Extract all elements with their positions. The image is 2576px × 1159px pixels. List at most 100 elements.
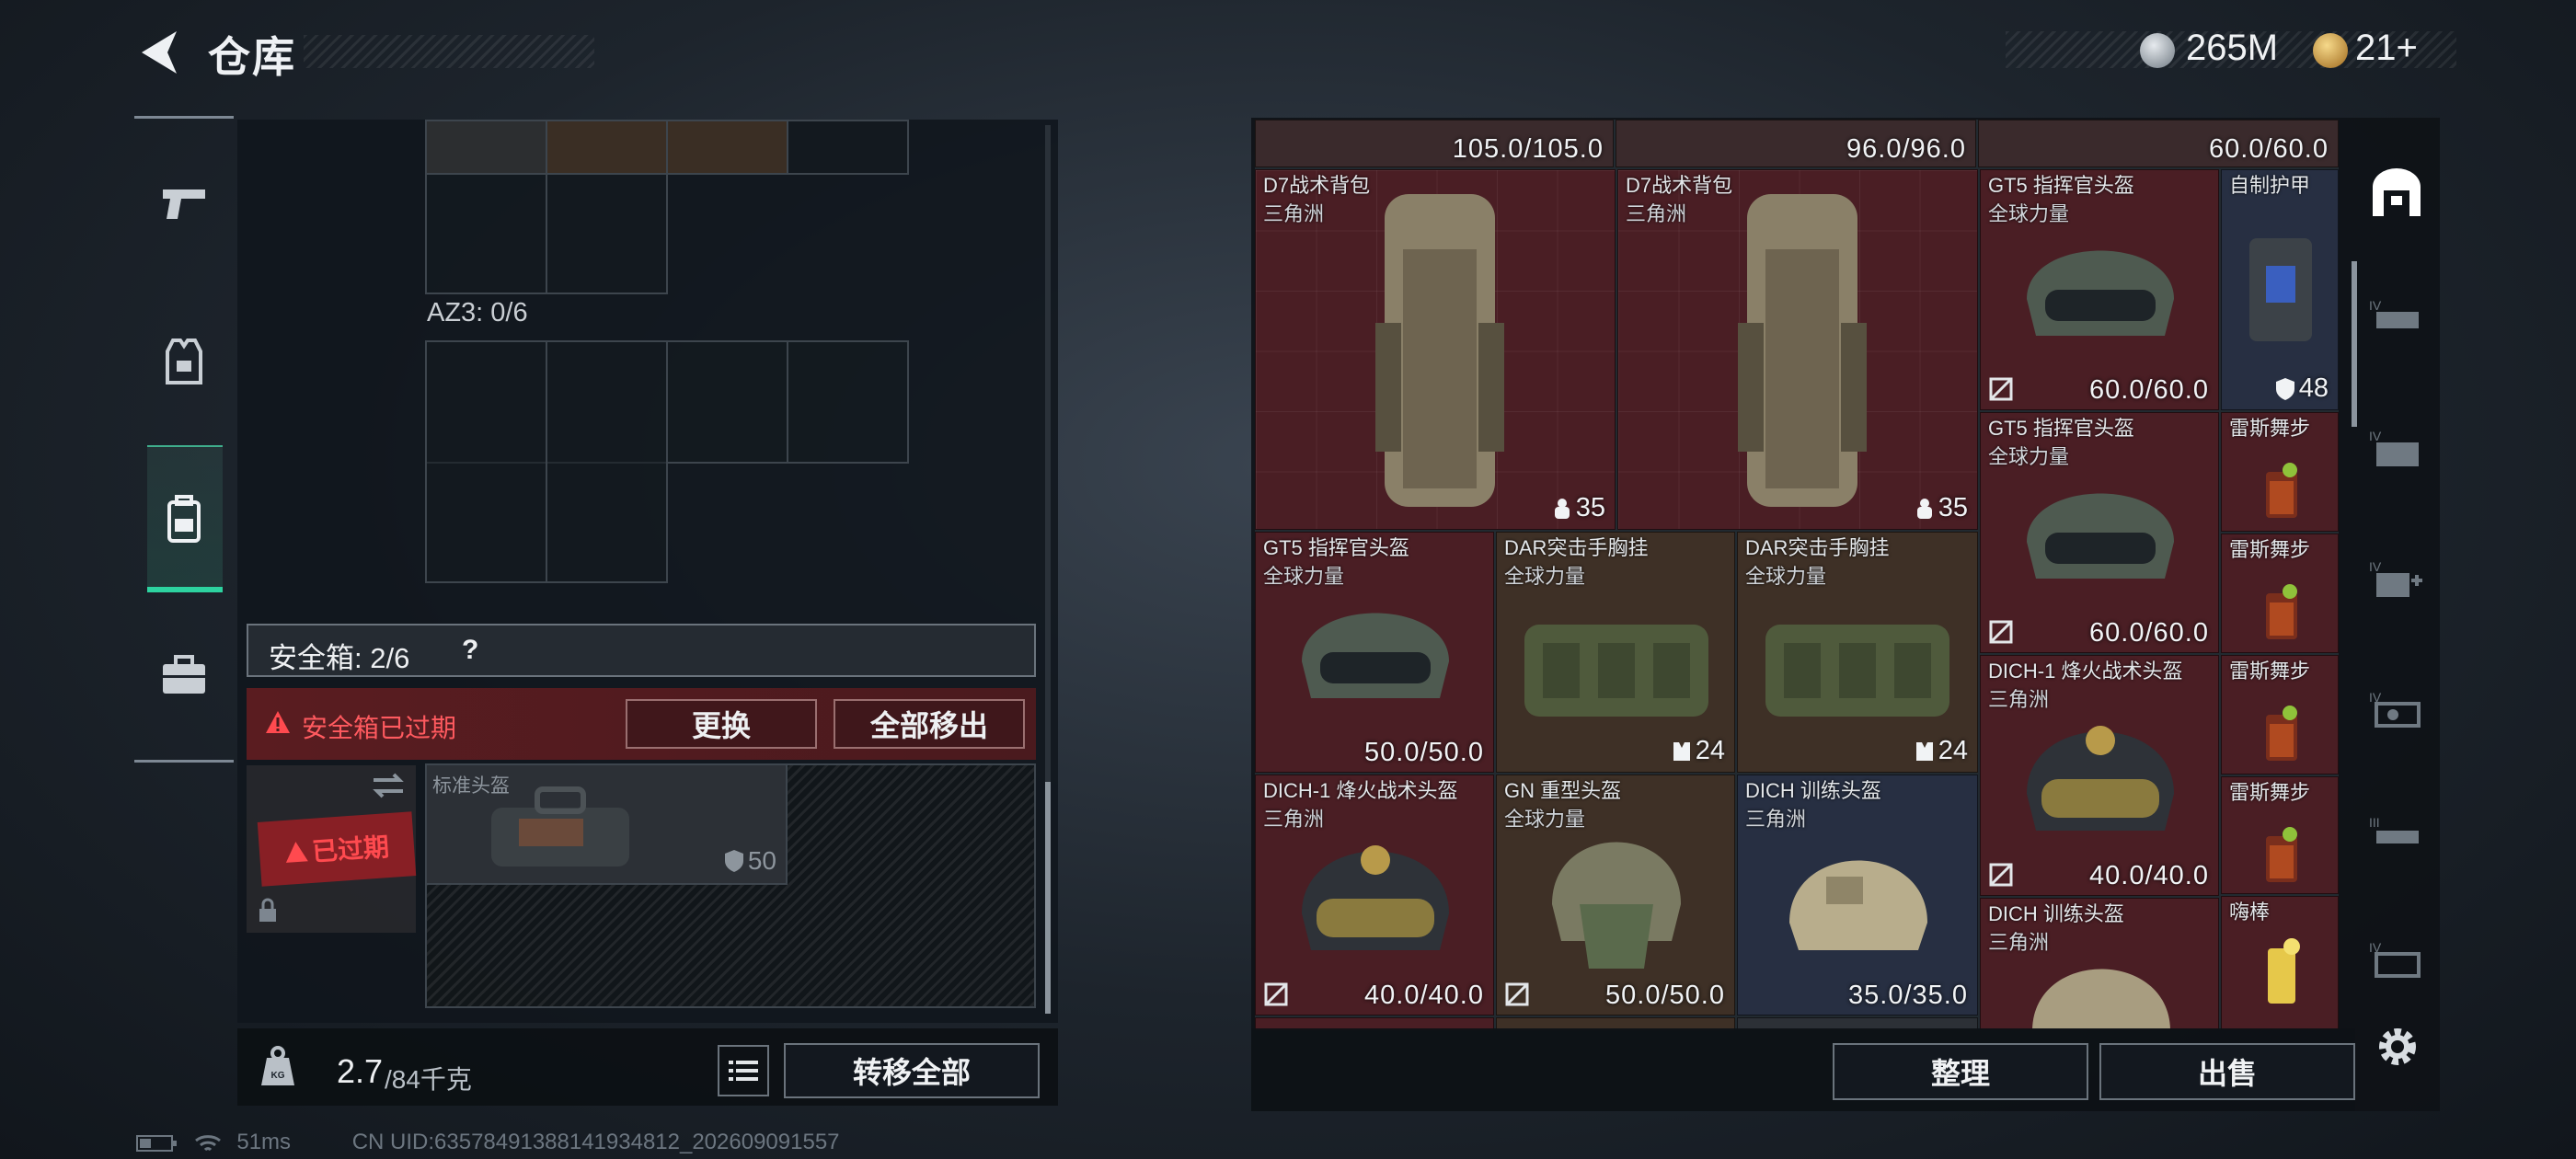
item-subtitle: 三角洲 <box>1988 931 2050 954</box>
item-name: 雷斯舞步 <box>2229 417 2311 440</box>
item-name: GT5 指挥官头盔 <box>1263 536 1409 559</box>
grid-cell[interactable] <box>427 342 547 464</box>
stash-grid[interactable]: 105.0/105.0 96.0/96.0 60.0/60.0 D7战术背包 三… <box>1255 120 2339 1030</box>
item-name: D7战术背包 <box>1626 174 1733 197</box>
transfer-all-button[interactable]: 转移全部 <box>784 1043 1040 1098</box>
durability-icon <box>1989 377 2013 401</box>
stash-item-partial[interactable]: 105.0/105.0 <box>1255 120 1614 167</box>
item-armor: 48 <box>2275 373 2329 404</box>
stash-scrollbar-thumb[interactable] <box>2352 261 2357 427</box>
tab-stash-home[interactable] <box>2366 162 2427 223</box>
stash-item-dar-chest-rig[interactable]: DAR突击手胸挂 全球力量 24 <box>1496 532 1735 773</box>
stash-item-homemade-armor[interactable]: 自制护甲 48 <box>2221 169 2339 410</box>
grid-cell[interactable] <box>547 121 668 175</box>
item-name: 自制护甲 <box>2229 174 2311 197</box>
armor-item-icon <box>2249 238 2312 341</box>
nav-weapons[interactable] <box>149 169 219 239</box>
svg-text:KG: KG <box>271 1071 285 1081</box>
swap-icon[interactable] <box>370 771 407 800</box>
warning-icon <box>285 842 308 863</box>
grid-cell[interactable] <box>668 121 788 175</box>
battery-icon <box>136 1134 177 1152</box>
sort-button[interactable]: 整理 <box>1833 1043 2088 1100</box>
tab-filter-medical[interactable]: IV <box>2366 548 2427 609</box>
item-value: 24 <box>1695 736 1725 765</box>
item-value: 24 <box>1938 736 1968 765</box>
folder-filter-icon: IV <box>2369 429 2419 466</box>
coin-icon <box>2140 33 2175 68</box>
help-icon[interactable]: ? <box>462 635 478 666</box>
bag-capacity-icon <box>1916 498 1932 519</box>
item-durability: 60.0/60.0 <box>2089 618 2209 648</box>
stash-item-dich-training-helmet[interactable]: DICH 训练头盔 三角洲 <box>1980 898 2219 1030</box>
stash-item-gn-heavy-helmet[interactable]: GN 重型头盔 全球力量 50.0/50.0 <box>1496 775 1735 1016</box>
grid-cell[interactable] <box>427 175 547 294</box>
grid-cell[interactable] <box>788 121 909 175</box>
durability-icon <box>1505 982 1529 1006</box>
stash-item-partial[interactable]: 60.0/60.0 <box>1978 120 2339 167</box>
safe-box-header: 安全箱: 2/6 ? <box>247 624 1036 677</box>
stash-item-d7-backpack[interactable]: D7战术背包 三角洲 35 <box>1617 169 1978 530</box>
nav-armor[interactable] <box>149 327 219 397</box>
safe-item-standard-helmet[interactable]: 标准头盔 50 <box>427 765 788 885</box>
item-value: 48 <box>2298 373 2329 403</box>
tab-filter-folder[interactable]: IV <box>2366 418 2427 478</box>
stash-item-drink[interactable]: 雷斯舞步 <box>2221 412 2339 532</box>
grid-cell[interactable] <box>547 462 668 583</box>
stash-item-dich1-helmet[interactable]: DICH-1 烽火战术头盔 三角洲 40.0/40.0 <box>1255 775 1494 1016</box>
grid-cell[interactable] <box>788 342 909 464</box>
sell-button[interactable]: 出售 <box>2099 1043 2355 1100</box>
grid-cell[interactable] <box>427 462 547 583</box>
item-name: DICH 训练头盔 <box>1745 779 1881 802</box>
nav-backpack[interactable] <box>149 484 219 554</box>
item-name: 雷斯舞步 <box>2229 660 2311 683</box>
weight-capacity: /84千克 <box>385 1065 472 1094</box>
bag-capacity-icon <box>1554 498 1570 519</box>
item-subtitle: 三角洲 <box>1745 808 1807 831</box>
back-button[interactable] <box>136 28 182 77</box>
stash-item-gt5-helmet[interactable]: GT5 指挥官头盔 全球力量 60.0/60.0 <box>1980 169 2219 410</box>
nav-briefcase[interactable] <box>149 640 219 710</box>
stash-item-dich-training-helmet[interactable]: DICH 训练头盔 三角洲 35.0/35.0 <box>1737 775 1978 1016</box>
status-bar: 51ms CN UID:63578491388141934812_2026090… <box>136 1130 840 1155</box>
container-grid-partial <box>425 173 668 294</box>
grid-cell[interactable] <box>547 342 668 464</box>
stash-item-gt5-helmet[interactable]: GT5 指挥官头盔 全球力量 60.0/60.0 <box>1980 412 2219 653</box>
stash-item-drink[interactable]: 雷斯舞步 <box>2221 776 2339 894</box>
remove-all-button[interactable]: 全部移出 <box>834 699 1025 749</box>
tab-filter-weapons[interactable]: IV <box>2366 287 2427 348</box>
replace-button[interactable]: 更换 <box>626 699 817 749</box>
misc-filter-icon: IV <box>2369 940 2421 978</box>
stash-item-dich1-helmet[interactable]: DICH-1 烽火战术头盔 三角洲 40.0/40.0 <box>1980 655 2219 896</box>
stash-item-gt5-helmet[interactable]: GT5 指挥官头盔 全球力量 50.0/50.0 <box>1255 532 1494 773</box>
item-subtitle: 三角洲 <box>1626 202 1687 225</box>
item-name: 雷斯舞步 <box>2229 538 2311 561</box>
stash-item-d7-backpack[interactable]: D7战术背包 三角洲 35 <box>1255 169 1616 530</box>
grid-cell[interactable] <box>427 121 547 175</box>
tab-filter-misc[interactable]: IV <box>2366 929 2427 990</box>
list-view-button[interactable] <box>718 1045 769 1096</box>
grid-cell[interactable] <box>547 175 668 294</box>
tab-filter-attachments[interactable]: III <box>2366 804 2427 865</box>
gear-icon <box>2379 1028 2416 1065</box>
stash-item-highball[interactable]: 嗨棒 <box>2221 896 2339 1030</box>
item-name: DICH-1 烽火战术头盔 <box>1263 779 1458 802</box>
stash-item-partial[interactable]: 96.0/96.0 <box>1616 120 1976 167</box>
left-scrollbar-thumb[interactable] <box>1045 782 1051 1014</box>
attachment-filter-icon: III <box>2369 815 2419 843</box>
tab-filter-ammo[interactable]: IV <box>2366 679 2427 740</box>
stash-item-drink[interactable]: 雷斯舞步 <box>2221 534 2339 653</box>
item-name: DAR突击手胸挂 <box>1745 536 1890 559</box>
safe-item-armor: 50 <box>724 846 776 876</box>
currency-tickets[interactable]: 21+ <box>2355 28 2418 69</box>
rig-capacity-icon <box>1673 741 1690 761</box>
stash-item-drink[interactable]: 雷斯舞步 <box>2221 655 2339 775</box>
settings-button[interactable] <box>2374 1023 2421 1071</box>
item-value: 35 <box>1938 493 1968 522</box>
stash-item-dar-chest-rig[interactable]: DAR突击手胸挂 全球力量 24 <box>1737 532 1978 773</box>
grid-cell[interactable] <box>668 342 788 464</box>
page-title: 仓库 <box>208 33 296 81</box>
item-name: 雷斯舞步 <box>2229 781 2311 804</box>
item-name: DICH-1 烽火战术头盔 <box>1988 660 2183 683</box>
nav-divider-bottom <box>134 760 234 763</box>
